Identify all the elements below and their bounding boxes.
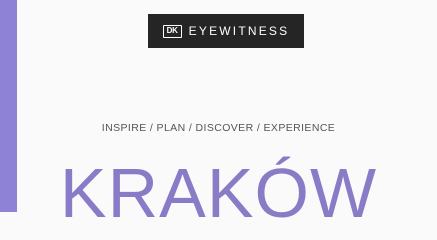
book-title: KRAKÓW <box>59 154 378 232</box>
book-cover-page: DK EYEWITNESS INSPIRE / PLAN / DISCOVER … <box>0 0 437 240</box>
tagline: INSPIRE / PLAN / DISCOVER / EXPERIENCE <box>101 122 336 134</box>
brand-bar: DK EYEWITNESS <box>148 14 304 48</box>
dk-logo-icon: DK <box>162 24 182 38</box>
brand-name: EYEWITNESS <box>188 24 290 38</box>
